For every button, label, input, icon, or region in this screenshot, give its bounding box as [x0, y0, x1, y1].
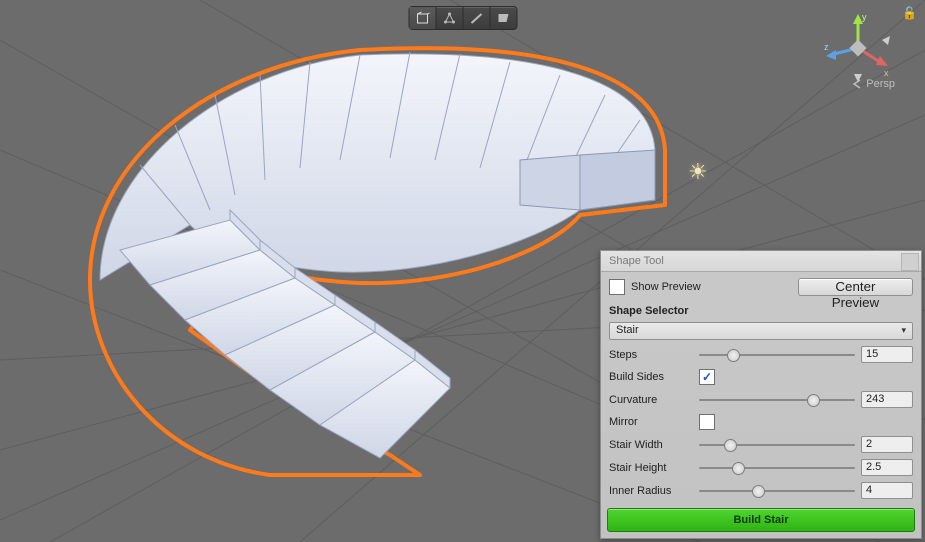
inner-radius-label: Inner Radius — [609, 485, 693, 497]
lock-icon[interactable]: 🔓 — [902, 6, 917, 20]
scene-mode-toolbar — [408, 6, 517, 30]
curvature-value[interactable]: 243 — [861, 391, 913, 408]
stair-width-slider[interactable] — [699, 438, 855, 452]
panel-options-icon[interactable] — [901, 253, 919, 271]
shape-tool-panel: Shape Tool Show Preview Center Preview S… — [600, 250, 922, 539]
shape-dropdown[interactable]: Stair — [609, 322, 913, 340]
edge-mode-button[interactable] — [463, 7, 490, 29]
steps-value[interactable]: 15 — [861, 346, 913, 363]
object-mode-button[interactable] — [409, 7, 436, 29]
stair-height-label: Stair Height — [609, 462, 693, 474]
vertex-mode-button[interactable] — [436, 7, 463, 29]
stair-width-value[interactable]: 2 — [861, 436, 913, 453]
svg-text:z: z — [824, 42, 829, 52]
svg-text:x: x — [884, 68, 889, 78]
build-stair-button[interactable]: Build Stair — [607, 508, 915, 532]
inner-radius-slider[interactable] — [699, 484, 855, 498]
panel-title: Shape Tool — [601, 251, 921, 272]
persp-icon — [852, 79, 862, 89]
mirror-checkbox[interactable] — [699, 414, 715, 430]
build-sides-label: Build Sides — [609, 371, 693, 383]
show-preview-checkbox[interactable] — [609, 279, 625, 295]
curvature-slider[interactable] — [699, 393, 855, 407]
build-sides-checkbox[interactable] — [699, 369, 715, 385]
svg-text:y: y — [862, 12, 867, 22]
show-preview-label: Show Preview — [631, 281, 701, 293]
projection-label[interactable]: Persp — [852, 78, 895, 90]
stair-height-slider[interactable] — [699, 461, 855, 475]
mirror-label: Mirror — [609, 416, 693, 428]
light-gizmo-icon[interactable]: ☀ — [688, 159, 708, 185]
stair-width-label: Stair Width — [609, 439, 693, 451]
steps-slider[interactable] — [699, 348, 855, 362]
steps-label: Steps — [609, 349, 693, 361]
face-mode-button[interactable] — [490, 7, 516, 29]
inner-radius-value[interactable]: 4 — [861, 482, 913, 499]
stair-height-value[interactable]: 2.5 — [861, 459, 913, 476]
curvature-label: Curvature — [609, 394, 693, 406]
center-preview-button[interactable]: Center Preview — [798, 278, 913, 296]
